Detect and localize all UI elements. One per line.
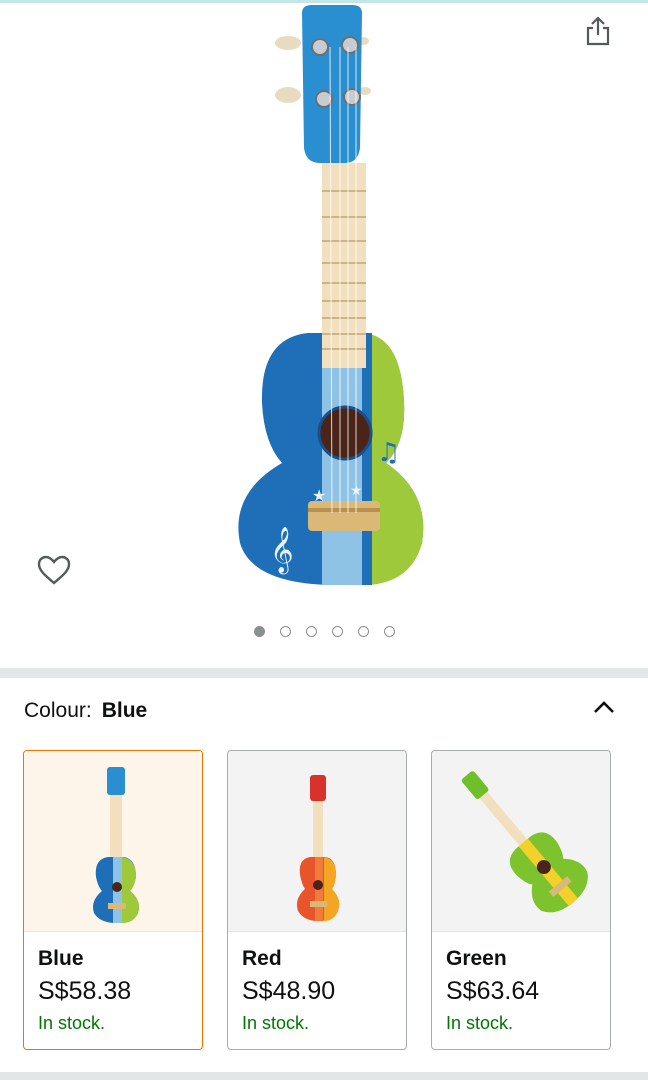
collapse-button[interactable] xyxy=(586,692,622,722)
bottom-divider xyxy=(0,1072,648,1080)
swatch-name: Green xyxy=(446,947,507,970)
colour-option-green[interactable]: Green S$63.64 In stock. xyxy=(431,750,611,1050)
svg-text:𝄞: 𝄞 xyxy=(270,527,294,575)
pagination-dot-2[interactable] xyxy=(279,625,291,637)
pagination-dot-6[interactable] xyxy=(383,625,395,637)
swatch-image-green xyxy=(432,751,610,932)
pagination-dot-3[interactable] xyxy=(305,625,317,637)
share-icon xyxy=(586,16,610,46)
share-button[interactable] xyxy=(578,11,618,51)
fretboard xyxy=(322,163,366,368)
blue-ukulele-thumbnail xyxy=(93,767,139,923)
svg-text:★: ★ xyxy=(312,486,326,505)
colour-header: Colour: Blue xyxy=(24,699,147,723)
chevron-up-icon xyxy=(594,701,614,713)
pagination-dot-5[interactable] xyxy=(357,625,369,637)
swatch-name: Blue xyxy=(38,947,84,970)
colour-label: Colour: xyxy=(24,699,92,722)
image-pagination xyxy=(0,622,648,640)
swatch-stock-status: In stock. xyxy=(242,1013,310,1033)
green-ukulele-thumbnail xyxy=(461,771,588,913)
pagination-dot-1[interactable] xyxy=(253,625,265,637)
heart-outline-icon xyxy=(37,555,71,585)
product-page: 𝄞 ♫ ★ ★ Colour: Blue Blue S$58.38 In sto… xyxy=(0,0,648,1080)
red-ukulele-thumbnail xyxy=(296,775,340,921)
swatch-price: S$48.90 xyxy=(242,977,336,1005)
colour-option-blue[interactable]: Blue S$58.38 In stock. xyxy=(23,750,203,1050)
swatch-price: S$63.64 xyxy=(446,977,540,1005)
headstock xyxy=(302,5,362,163)
swatch-price: S$58.38 xyxy=(38,977,132,1005)
image-gallery[interactable]: 𝄞 ♫ ★ ★ xyxy=(0,3,648,668)
swatch-name: Red xyxy=(242,947,282,970)
svg-text:★: ★ xyxy=(350,483,363,499)
swatch-stock-status: In stock. xyxy=(38,1013,106,1033)
pagination-dot-4[interactable] xyxy=(331,625,343,637)
section-divider xyxy=(0,668,648,678)
colour-selected-value: Blue xyxy=(101,699,148,722)
swatch-image-blue xyxy=(24,751,202,932)
colour-selector: Colour: Blue Blue S$58.38 In stock. Red … xyxy=(0,678,648,1072)
swatch-image-red xyxy=(228,751,406,932)
wishlist-button[interactable] xyxy=(30,548,78,592)
colour-option-red[interactable]: Red S$48.90 In stock. xyxy=(227,750,407,1050)
swatch-stock-status: In stock. xyxy=(446,1013,514,1033)
product-image-blue-ukulele[interactable]: 𝄞 ♫ ★ ★ xyxy=(190,3,460,603)
svg-text:♫: ♫ xyxy=(377,438,400,468)
